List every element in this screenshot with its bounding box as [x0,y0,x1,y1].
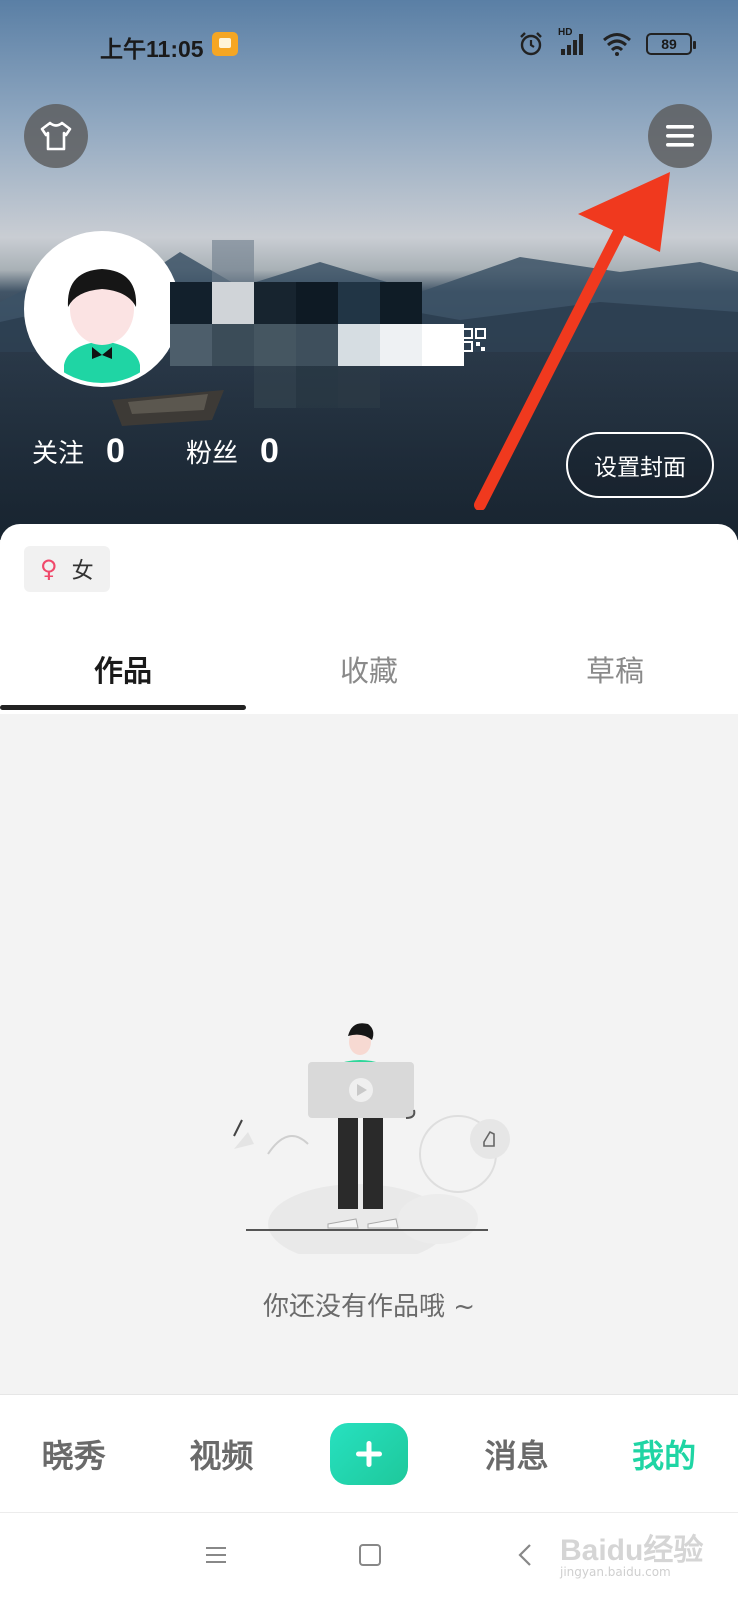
shirt-icon [40,121,72,151]
fans-label: 粉丝 [186,439,239,469]
hamburger-menu-icon [666,125,694,147]
watermark: Baidu经验 jingyan.baidu.com [560,1525,720,1585]
following-label: 关注 [32,439,85,469]
alarm-icon [520,32,542,56]
empty-message: 你还没有作品哦 ~ [262,1292,476,1322]
annotation-arrow [474,172,670,510]
tab-favorites[interactable]: 收藏 [246,624,492,714]
status-icons: HD 89 [518,27,696,60]
username-mosaic [170,240,464,408]
wifi-icon [603,33,631,56]
watermark-main: Baidu经验 [560,1534,704,1567]
tab-drafts[interactable]: 草稿 [492,624,738,714]
following-stat[interactable]: 关注 0 [32,432,125,471]
create-button[interactable] [329,1422,408,1485]
female-icon: ♀ [40,555,58,583]
content-tabs: 作品 收藏 草稿 [0,624,738,714]
home-icon[interactable] [358,1543,382,1567]
nav-video[interactable]: 视频 [148,1431,296,1477]
gender-badge: ♀ 女 [24,546,110,592]
system-nav-bar: Baidu经验 jingyan.baidu.com [0,1512,738,1600]
default-avatar-icon [64,269,140,383]
nav-me[interactable]: 我的 [590,1431,738,1477]
menu-button[interactable] [648,104,712,168]
plus-icon [355,1440,382,1467]
dress-up-button[interactable] [24,104,88,168]
notification-icon [212,32,238,56]
status-bar: 上午11:05 HD 89 [0,0,738,88]
avatar[interactable] [24,231,180,387]
bottom-nav: 晓秀 视频 消息 我的 [0,1394,738,1512]
nav-xiaoxiu[interactable]: 晓秀 [0,1431,148,1477]
profile-panel: ♀ 女 作品 收藏 草稿 [0,524,738,714]
back-icon[interactable] [514,1543,538,1567]
status-time: 上午11:05 [100,36,204,62]
following-count: 0 [106,432,125,470]
empty-illustration [233,1023,510,1254]
fans-count: 0 [260,432,279,470]
tab-works[interactable]: 作品 [0,624,246,714]
nav-messages[interactable]: 消息 [443,1431,591,1477]
gender-label: 女 [71,559,94,584]
works-empty-state: 你还没有作品哦 ~ [0,714,738,1394]
fans-stat[interactable]: 粉丝 0 [186,432,279,471]
battery-indicator: 89 [646,33,696,55]
recent-apps-icon[interactable] [204,1543,228,1567]
signal-icon: HD [558,27,588,57]
nav-create-slot [295,1422,443,1485]
